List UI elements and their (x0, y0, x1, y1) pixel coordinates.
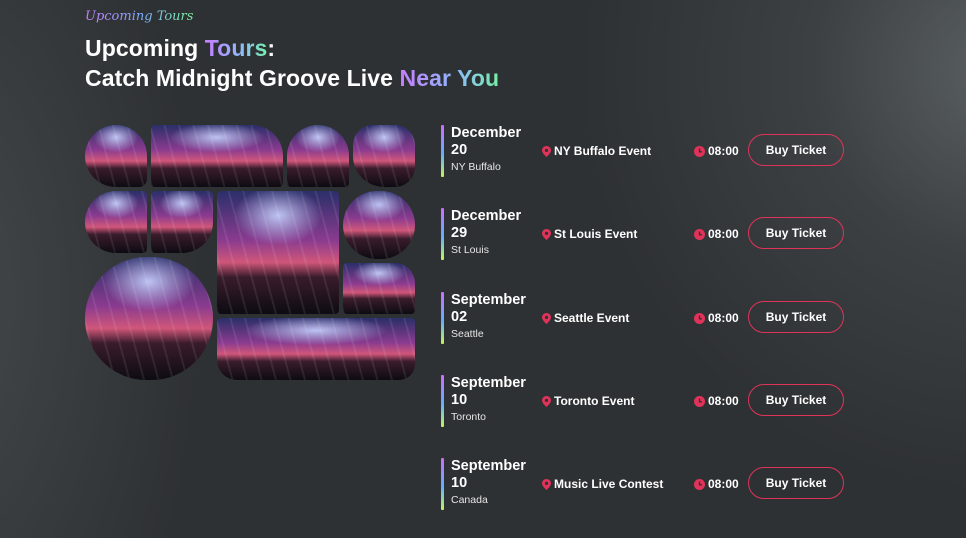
title-line2-prefix: Catch Midnight Groove Live (85, 65, 400, 91)
concert-mosaic-image (85, 125, 415, 380)
buy-ticket-button[interactable]: Buy Ticket (748, 467, 844, 499)
tour-accent-bar (441, 292, 444, 344)
mosaic-tile (343, 263, 415, 314)
tour-accent-bar (441, 125, 444, 177)
tour-time: 08:00 (694, 476, 739, 492)
mosaic-tile (151, 191, 213, 253)
section-eyebrow: Upcoming Tours (85, 9, 194, 24)
mosaic-tile (85, 191, 147, 253)
mosaic-tile (343, 191, 415, 259)
tour-time: 08:00 (694, 393, 739, 409)
tour-event-name: Music Live Contest (554, 477, 664, 491)
buy-ticket-button[interactable]: Buy Ticket (748, 134, 844, 166)
tour-row: December 29 St Louis St Louis Event 08:0… (441, 208, 861, 260)
tour-event: Seattle Event (542, 310, 629, 326)
mosaic-tile (287, 125, 349, 187)
tour-month: September (451, 292, 526, 308)
tour-time: 08:00 (694, 143, 739, 159)
buy-ticket-button[interactable]: Buy Ticket (748, 217, 844, 249)
map-pin-icon (542, 228, 551, 240)
tour-event: St Louis Event (542, 226, 637, 242)
title-line1-suffix: : (267, 35, 276, 61)
tour-time-value: 08:00 (708, 227, 739, 241)
tour-event: Toronto Event (542, 393, 634, 409)
tour-month: December (451, 125, 522, 141)
mosaic-tile (217, 191, 339, 314)
mosaic-tile (151, 125, 283, 187)
tour-event: NY Buffalo Event (542, 143, 651, 159)
tour-row: September 10 Toronto Toronto Event 08:00… (441, 375, 861, 427)
tour-city: Canada (451, 494, 488, 506)
clock-icon (694, 312, 705, 324)
tour-city: Toronto (451, 411, 487, 423)
clock-icon (694, 478, 705, 490)
tour-time: 08:00 (694, 310, 739, 326)
clock-icon (694, 145, 705, 157)
tour-row: September 10 Canada Music Live Contest 0… (441, 458, 861, 510)
title-line2-highlight: Near You (399, 65, 500, 91)
tour-event-name: Seattle Event (554, 311, 630, 325)
tour-event-name: St Louis Event (554, 227, 638, 241)
tour-accent-bar (441, 208, 444, 260)
tour-time: 08:00 (694, 226, 739, 242)
tour-accent-bar (441, 375, 444, 427)
tour-month: September (451, 458, 526, 474)
tour-row: September 02 Seattle Seattle Event 08:00… (441, 292, 861, 344)
section-title: Upcoming Tours: Catch Midnight Groove Li… (85, 33, 499, 93)
tour-city: NY Buffalo (451, 161, 501, 173)
title-line1-highlight: Tours (204, 35, 268, 61)
map-pin-icon (542, 145, 551, 157)
title-line1-prefix: Upcoming (85, 35, 205, 61)
map-pin-icon (542, 478, 551, 490)
map-pin-icon (542, 395, 551, 407)
mosaic-tile (85, 257, 213, 380)
tour-time-value: 08:00 (708, 477, 739, 491)
buy-ticket-button[interactable]: Buy Ticket (748, 384, 844, 416)
tour-month: December (451, 208, 522, 224)
tour-event-name: NY Buffalo Event (554, 144, 652, 158)
tour-event-name: Toronto Event (554, 394, 635, 408)
clock-icon (694, 228, 705, 240)
clock-icon (694, 395, 705, 407)
tour-day: 02 (451, 309, 468, 325)
tour-day: 10 (451, 392, 468, 408)
tour-row: December 20 NY Buffalo NY Buffalo Event … (441, 125, 861, 177)
mosaic-tile (217, 318, 415, 380)
tour-day: 10 (451, 475, 468, 491)
tour-time-value: 08:00 (708, 311, 739, 325)
tour-time-value: 08:00 (708, 394, 739, 408)
tour-month: September (451, 375, 526, 391)
tour-event: Music Live Contest (542, 476, 663, 492)
mosaic-tile (85, 125, 147, 187)
map-pin-icon (542, 312, 551, 324)
tour-accent-bar (441, 458, 444, 510)
tour-day: 29 (451, 225, 468, 241)
tour-city: St Louis (451, 244, 489, 256)
tour-time-value: 08:00 (708, 144, 739, 158)
mosaic-tile (353, 125, 415, 187)
buy-ticket-button[interactable]: Buy Ticket (748, 301, 844, 333)
tour-city: Seattle (451, 328, 484, 340)
tour-day: 20 (451, 142, 468, 158)
